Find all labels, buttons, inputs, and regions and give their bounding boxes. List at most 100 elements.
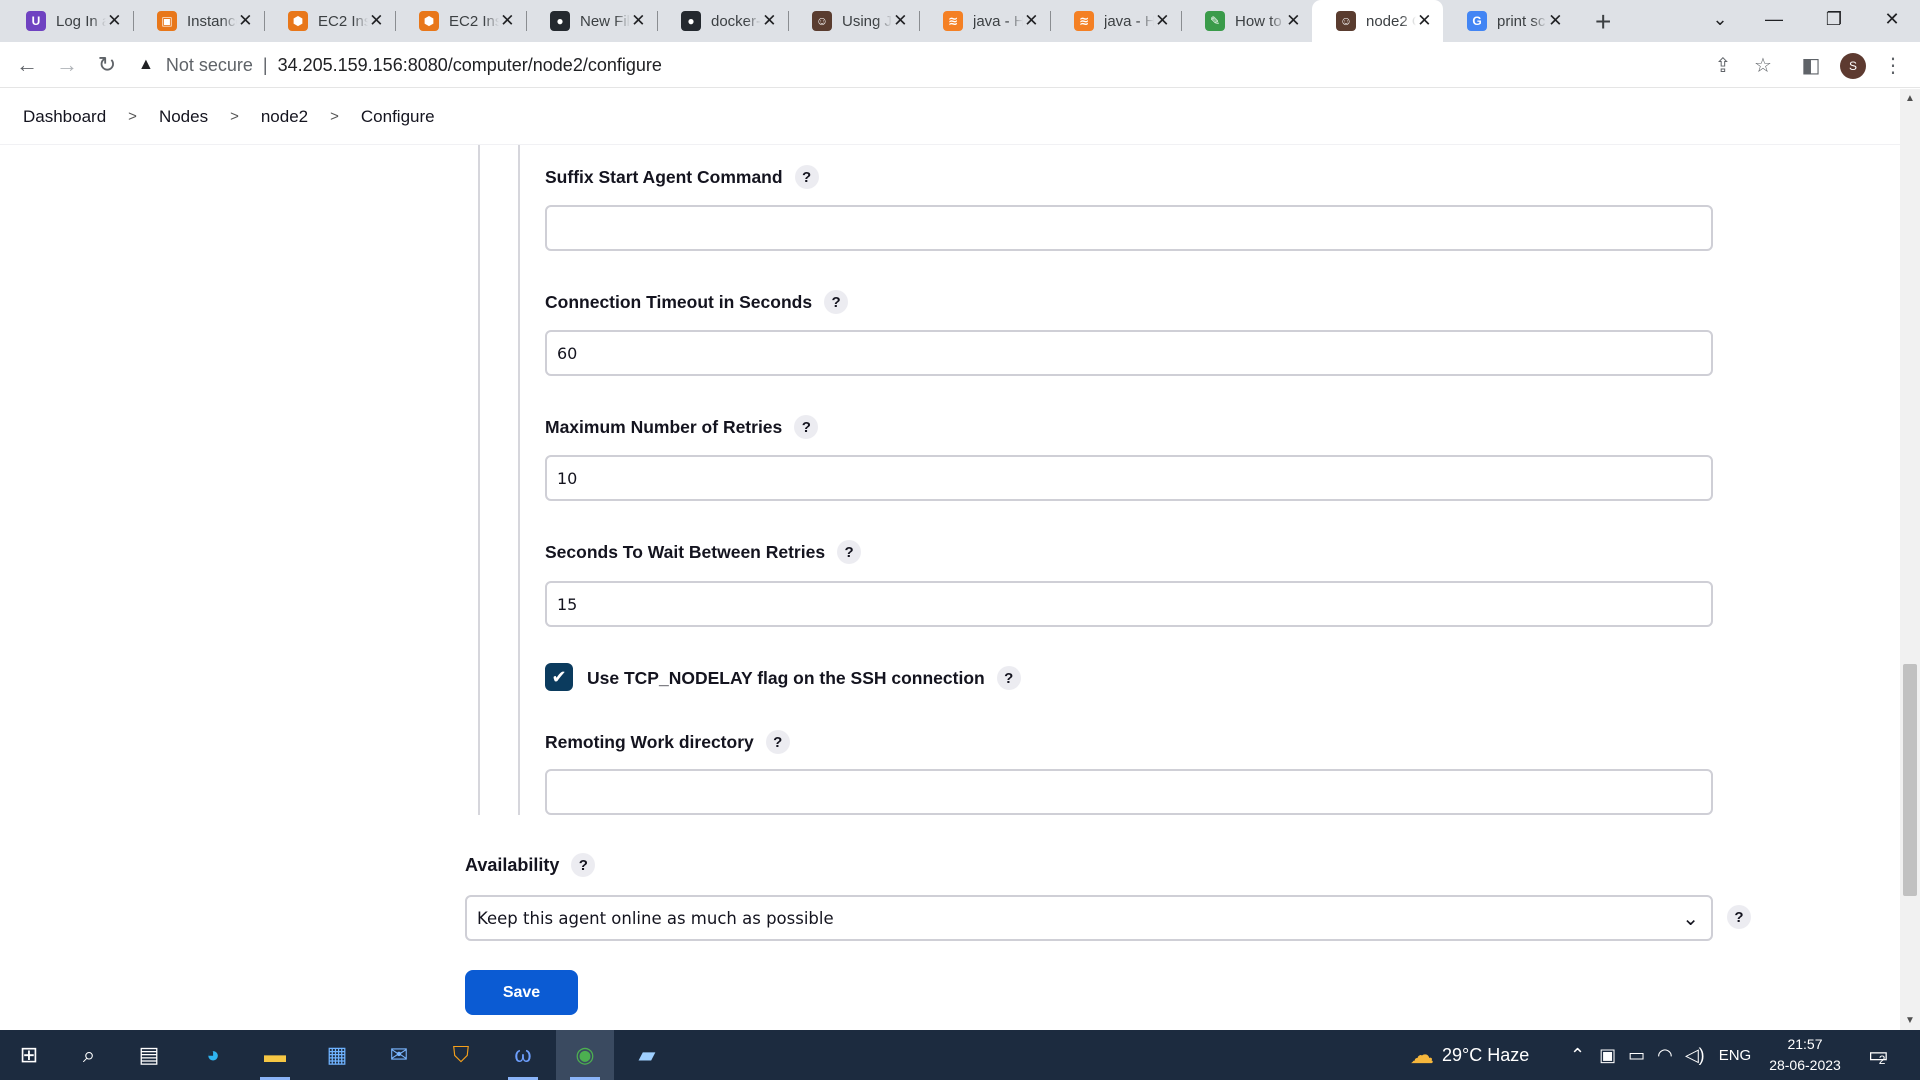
system-tray: ⌃ ▣ ▭ ◠ ◁) ENG [1570,1030,1751,1080]
browser-tab[interactable]: ≋ java - H ✕ [919,0,1050,42]
help-icon[interactable]: ? [996,666,1021,690]
new-tab-button[interactable]: + [1595,6,1611,38]
ms-store-icon[interactable]: ▦ [308,1030,366,1080]
tab-title: How to [1235,12,1282,30]
tab-favicon-icon: ● [550,11,570,31]
notepad-icon[interactable]: ▰ [618,1030,676,1080]
battery-icon[interactable]: ▭ [1628,1045,1645,1066]
tab-close-icon[interactable]: ✕ [368,11,385,31]
search-icon[interactable]: ⌕ [60,1030,118,1080]
tab-separator [395,11,396,31]
browser-tab[interactable]: Gprint sc ✕ [1443,0,1574,42]
tab-close-icon[interactable]: ✕ [1023,11,1040,31]
help-icon[interactable]: ? [571,853,596,877]
menu-kebab-icon[interactable]: ⋮ [1880,52,1906,78]
share-icon[interactable]: ⇪ [1710,52,1736,78]
browser-tab[interactable]: ✎ How to ✕ [1181,0,1312,42]
scroll-up-icon[interactable]: ▲ [1900,93,1920,104]
tab-close-icon[interactable]: ✕ [1285,11,1302,31]
help-icon[interactable]: ? [765,730,790,754]
section-divider [518,145,520,815]
tab-close-icon[interactable]: ✕ [1416,11,1433,31]
notifications-icon[interactable]: ▭ 2 [1868,1030,1889,1080]
suffix-command-input[interactable] [545,205,1713,251]
browser-tab[interactable]: ☺ Using Je✕ [788,0,919,42]
back-icon[interactable]: ← [12,50,42,80]
browser-tab[interactable]: U Log In a ✕ [2,0,133,42]
close-window-icon[interactable]: ✕ [1862,0,1920,38]
tab-search-icon[interactable]: ⌄ [1690,0,1750,38]
volume-icon[interactable]: ◁) [1685,1045,1705,1066]
help-icon[interactable]: ? [794,415,819,439]
webex-icon[interactable]: ω [494,1030,552,1080]
help-icon[interactable]: ? [837,540,862,564]
windows-start-icon[interactable]: ⊞ [0,1030,58,1080]
file-explorer-icon[interactable]: ▬ [246,1030,304,1080]
breadcrumb-node2[interactable]: node2 [261,107,308,127]
help-icon[interactable]: ? [794,165,819,189]
tab-close-icon[interactable]: ✕ [237,11,254,31]
breadcrumb-dashboard[interactable]: Dashboard [23,107,106,127]
clock[interactable]: 21:57 28-06-2023 [1765,1034,1845,1076]
task-view-icon[interactable]: ▤ [120,1030,178,1080]
save-button[interactable]: Save [465,970,578,1015]
browser-tab[interactable]: ● docker- ✕ [657,0,788,42]
minimize-icon[interactable]: — [1744,0,1804,38]
side-panel-icon[interactable]: ◧ [1798,52,1824,78]
meet-now-icon[interactable]: ▣ [1599,1045,1616,1066]
availability-select[interactable]: Keep this agent online as much as possib… [465,895,1713,941]
wifi-icon[interactable]: ◠ [1657,1045,1673,1066]
tab-title: Log In a [56,12,106,30]
warning-icon[interactable]: ▲ [138,56,154,74]
tab-favicon-icon: ● [681,11,701,31]
availability-label: Availability ? [465,853,596,877]
help-icon[interactable]: ? [1727,905,1751,929]
chevron-up-icon[interactable]: ⌃ [1570,1045,1585,1066]
tab-close-icon[interactable]: ✕ [892,11,909,31]
tcp-nodelay-checkbox[interactable]: ✔ [545,663,573,691]
weather-widget[interactable]: ☁ 29°C Haze [1410,1030,1529,1080]
brave-icon[interactable]: ⛉ [432,1030,490,1080]
language-indicator[interactable]: ENG [1719,1047,1752,1064]
bookmark-star-icon[interactable]: ☆ [1750,52,1776,78]
tab-close-icon[interactable]: ✕ [1547,11,1564,31]
reload-icon[interactable]: ↻ [92,50,122,80]
tab-separator [657,11,658,31]
breadcrumb-nodes[interactable]: Nodes [159,107,208,127]
maximize-icon[interactable]: ❐ [1804,0,1864,38]
configure-form: Suffix Start Agent Command ? Connection … [0,145,1900,1030]
tab-close-icon[interactable]: ✕ [761,11,778,31]
browser-tab[interactable]: ● New File✕ [526,0,657,42]
tab-separator [133,11,134,31]
address-bar[interactable]: ▲ Not secure | 34.205.159.156:8080/compu… [138,48,1758,82]
help-icon[interactable]: ? [824,290,849,314]
security-label[interactable]: Not secure [166,55,253,76]
tab-title: EC2 Inst [318,12,368,30]
max-retries-input[interactable] [545,455,1713,501]
tab-close-icon[interactable]: ✕ [106,11,123,31]
breadcrumb: Dashboard > Nodes > node2 > Configure [0,89,1900,145]
scroll-down-icon[interactable]: ▼ [1900,1015,1920,1026]
retry-wait-input[interactable] [545,581,1713,627]
url-text[interactable]: 34.205.159.156:8080/computer/node2/confi… [278,55,662,76]
browser-tab[interactable]: ≋ java - H ✕ [1050,0,1181,42]
scrollbar-thumb[interactable] [1903,664,1917,896]
tcp-nodelay-label[interactable]: Use TCP_NODELAY flag on the SSH connecti… [587,666,1021,690]
browser-tab[interactable]: ⬢ EC2 Inst✕ [264,0,395,42]
tab-close-icon[interactable]: ✕ [630,11,647,31]
connection-timeout-input[interactable] [545,330,1713,376]
browser-tab[interactable]: ⬢ EC2 Inst✕ [395,0,526,42]
tab-separator [1181,11,1182,31]
profile-avatar[interactable]: S [1840,53,1866,79]
forward-icon[interactable]: → [52,50,82,80]
breadcrumb-configure[interactable]: Configure [361,107,435,127]
mail-icon[interactable]: ✉ [370,1030,428,1080]
browser-tab[interactable]: ☺ node2 C✕ [1312,0,1443,42]
browser-tab[interactable]: ▣ Instance✕ [133,0,264,42]
chrome-icon[interactable]: ◉ [556,1030,614,1080]
tab-close-icon[interactable]: ✕ [1154,11,1171,31]
tab-close-icon[interactable]: ✕ [499,11,516,31]
edge-browser-icon[interactable]: ◕ [184,1030,242,1080]
work-directory-input[interactable] [545,769,1713,815]
page-scrollbar[interactable]: ▲ ▼ [1900,89,1920,1030]
